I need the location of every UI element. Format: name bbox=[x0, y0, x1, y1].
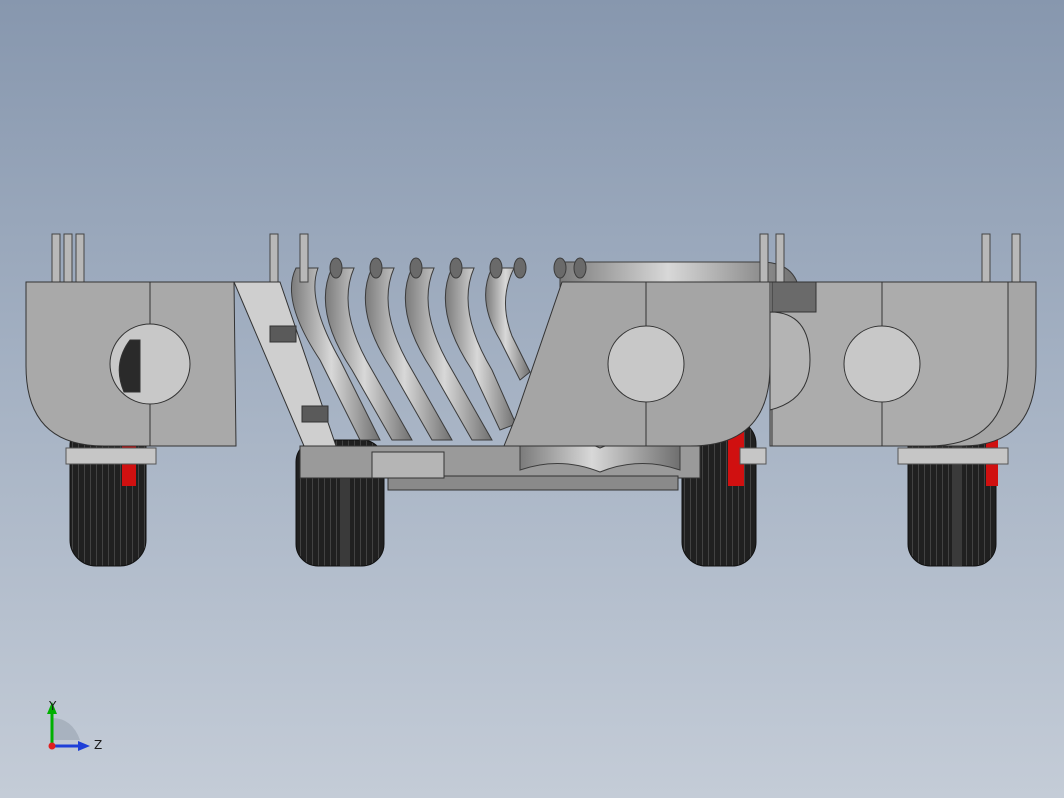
diagonal-bracket bbox=[233, 281, 337, 447]
z-axis-arrowhead-icon bbox=[78, 741, 90, 751]
graphics-viewport[interactable]: Y Z bbox=[0, 0, 1064, 798]
y-axis-label: Y bbox=[48, 699, 57, 713]
origin-point-icon bbox=[48, 742, 56, 750]
z-axis-label: Z bbox=[94, 738, 102, 752]
view-orientation-triad[interactable]: Y Z bbox=[38, 696, 108, 758]
vertical-pipe-stubs bbox=[51, 233, 1021, 283]
center-right-plate bbox=[503, 281, 771, 447]
left-side-plate bbox=[25, 281, 237, 447]
right-side-plates bbox=[769, 281, 1037, 447]
triad-plane-icon bbox=[52, 718, 80, 740]
cad-model-render[interactable] bbox=[0, 0, 1064, 798]
